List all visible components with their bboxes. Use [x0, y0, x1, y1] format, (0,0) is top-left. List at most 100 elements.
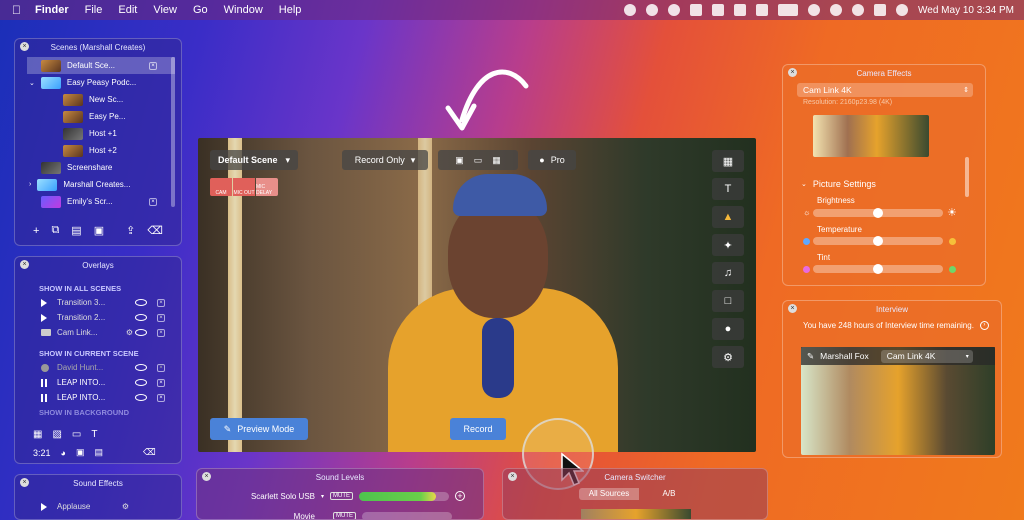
play-icon[interactable] — [41, 502, 47, 511]
close-icon[interactable]: × — [508, 472, 517, 481]
remove-scene-icon[interactable]: × — [149, 197, 157, 206]
audio-source-name[interactable]: Movie — [237, 512, 315, 520]
scene-item-screenshare[interactable]: Screenshare — [27, 159, 175, 176]
dropbox-icon[interactable] — [690, 4, 703, 16]
mute-button[interactable]: MUTE — [333, 512, 356, 519]
sound-effect-row[interactable]: Applause ⚙ — [15, 499, 181, 514]
add-text-icon[interactable]: T — [91, 429, 97, 440]
volume-meter[interactable] — [362, 511, 452, 519]
gear-icon[interactable]: ⚙ — [126, 328, 133, 337]
menu-clock[interactable]: Wed May 10 3:34 PM — [918, 5, 1014, 16]
screen-icon[interactable]: ▭ — [474, 155, 483, 166]
mute-button[interactable]: MUTE — [330, 492, 354, 500]
share-icon[interactable]: ⇪ — [126, 224, 135, 237]
close-icon[interactable]: × — [20, 478, 29, 487]
menu-file[interactable]: File — [85, 4, 103, 16]
tint-slider[interactable] — [813, 264, 943, 274]
audio-alert-button[interactable]: ▲ — [712, 206, 744, 228]
obs-icon[interactable] — [668, 4, 681, 16]
mic-delay-badge[interactable]: MIC DELAY — [256, 178, 278, 196]
scene-item-host-2[interactable]: Host +2 — [27, 142, 175, 159]
add-folder-icon[interactable]: ▤ — [71, 224, 81, 237]
settings-button[interactable]: ⚙ — [712, 346, 744, 368]
chevron-down-icon[interactable]: ⌄ — [29, 79, 35, 87]
play-icon[interactable] — [41, 313, 47, 322]
menu-window[interactable]: Window — [224, 4, 263, 16]
chevron-right-icon[interactable]: › — [29, 181, 31, 188]
volume-meter[interactable] — [359, 491, 450, 501]
chat-button[interactable]: □ — [712, 290, 744, 312]
film-icon[interactable]: ▦ — [492, 155, 501, 166]
scene-item-default[interactable]: Default Sce... × — [27, 57, 175, 74]
title-overlay-button[interactable]: T — [712, 178, 744, 200]
menu-go[interactable]: Go — [193, 4, 208, 16]
add-folder-icon[interactable]: ▤ — [94, 447, 103, 458]
preview-mode-button[interactable]: ✎ Preview Mode — [210, 418, 308, 440]
scene-group-marshall-creates[interactable]: › Marshall Creates... — [27, 176, 175, 193]
camera-source-thumbnail[interactable] — [581, 509, 691, 519]
gear-icon[interactable]: ⚙ — [122, 502, 129, 511]
scene-item-emilys-screen[interactable]: Emily's Scr... × — [27, 193, 175, 210]
record-button[interactable]: Record — [450, 418, 506, 440]
add-camera-icon[interactable]: ▣ — [76, 447, 85, 458]
add-source-icon[interactable]: + — [455, 491, 466, 501]
add-scene-icon[interactable]: + — [33, 225, 39, 237]
scene-dropdown[interactable]: Default Scene ▾ — [210, 150, 298, 170]
wifi-icon[interactable] — [830, 4, 843, 16]
duplicate-icon[interactable]: ⧉ — [51, 224, 59, 237]
overlay-row[interactable]: LEAP INTO... × — [15, 375, 181, 390]
brightness-slider[interactable] — [813, 208, 943, 218]
add-image-icon[interactable]: ▦ — [33, 429, 42, 440]
control-center-icon[interactable] — [874, 4, 887, 16]
countdown-timer[interactable]: 3:21 — [33, 448, 51, 458]
menu-view[interactable]: View — [153, 4, 177, 16]
display-icon[interactable] — [734, 4, 747, 16]
tab-all-sources[interactable]: All Sources — [579, 488, 639, 500]
close-icon[interactable]: × — [202, 472, 211, 481]
music-button[interactable]: ♫ — [712, 262, 744, 284]
overlay-row[interactable]: Transition 2... × — [15, 310, 181, 325]
clipboard-icon[interactable] — [712, 4, 725, 16]
remove-overlay-icon[interactable]: × — [157, 298, 165, 307]
overlay-row[interactable]: Cam Link... ⚙ × — [15, 325, 181, 340]
picture-settings-header[interactable]: ⌄ Picture Settings — [801, 179, 876, 189]
bluetooth-icon[interactable] — [756, 4, 769, 16]
scene-item-new-scene[interactable]: New Sc... — [27, 91, 175, 108]
slider-knob[interactable] — [873, 208, 883, 218]
guests-button[interactable]: ● — [712, 318, 744, 340]
eye-icon[interactable] — [135, 394, 147, 401]
do-not-disturb-icon[interactable] — [808, 4, 821, 16]
record-mode-dropdown[interactable]: Record Only ▾ — [342, 150, 428, 170]
menu-app-name[interactable]: Finder — [35, 4, 69, 16]
eye-icon[interactable] — [135, 329, 147, 336]
guest-camera-select[interactable]: Cam Link 4K ▾ — [880, 349, 973, 363]
scene-item-easy-pe[interactable]: Easy Pe... — [27, 108, 175, 125]
overlay-row[interactable]: Transition 3... × — [15, 295, 181, 310]
add-screen-icon[interactable]: ▭ — [72, 429, 81, 440]
eye-icon[interactable] — [135, 364, 147, 371]
pause-icon[interactable] — [41, 393, 47, 402]
layout-grid-button[interactable]: ▦ — [712, 150, 744, 172]
scrollbar[interactable] — [965, 157, 969, 197]
creative-cloud-icon[interactable] — [646, 4, 659, 16]
add-media-icon[interactable]: ▧ — [52, 429, 61, 440]
remove-overlay-icon[interactable]: × — [157, 393, 165, 402]
eye-icon[interactable] — [135, 299, 147, 306]
arrow-right-circle-icon[interactable]: › — [979, 321, 989, 330]
mic-out-badge[interactable]: MIC OUT — [233, 178, 255, 196]
temperature-slider[interactable] — [813, 236, 943, 246]
pause-icon[interactable] — [41, 378, 47, 387]
video-preview[interactable]: Default Scene ▾ Record Only ▾ ▣ ▭ ▦ ● Pr… — [198, 138, 756, 452]
overlay-row[interactable]: LEAP INTO... × — [15, 390, 181, 405]
trash-icon[interactable]: ⌫ — [143, 447, 156, 458]
remove-scene-icon[interactable]: × — [149, 61, 157, 70]
battery-icon[interactable] — [778, 4, 799, 16]
interview-video[interactable]: ✎ Marshall Fox Cam Link 4K ▾ — [801, 347, 995, 455]
cam-badge[interactable]: CAM — [210, 178, 232, 196]
pencil-icon[interactable]: ✎ — [807, 351, 814, 362]
globe-icon[interactable]: ◕ — [61, 448, 66, 458]
scene-group-easy-peasy[interactable]: ⌄ Easy Peasy Podc... — [27, 74, 175, 91]
camera-device-select[interactable]: Cam Link 4K ⇕ — [797, 83, 973, 97]
effects-button[interactable]: ✦ — [712, 234, 744, 256]
pro-button[interactable]: ● Pro — [528, 150, 576, 170]
